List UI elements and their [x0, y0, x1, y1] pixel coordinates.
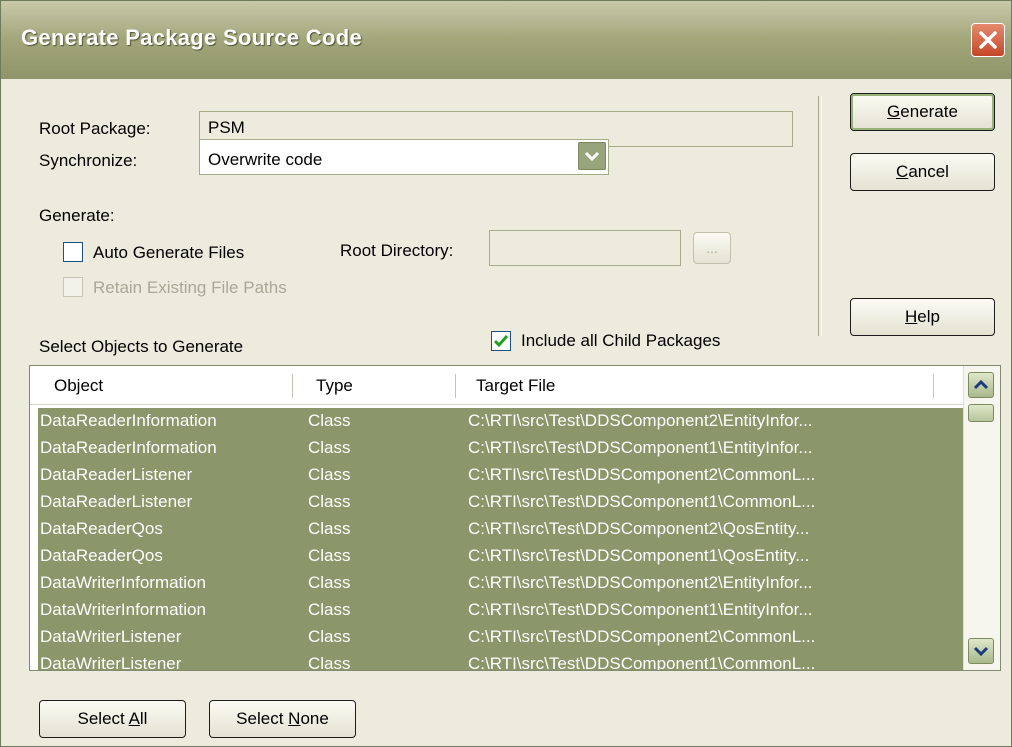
synchronize-label: Synchronize: [39, 151, 138, 170]
cell-object: DataReaderInformation [40, 411, 217, 430]
dropdown-arrow-button[interactable] [578, 142, 606, 170]
table-row[interactable]: DataReaderInformation Class C:\RTI\src\Tes… [38, 408, 964, 435]
column-header-target-file[interactable]: Target File [476, 376, 555, 396]
vertical-separator [818, 96, 822, 336]
scroll-thumb[interactable] [968, 404, 994, 422]
table-row[interactable]: DataReaderListener Class C:\RTI\src\Test\D… [38, 489, 964, 516]
cell-type: Class [308, 546, 351, 565]
select-objects-label: Select Objects to Generate [39, 337, 244, 356]
cell-object: DataReaderListener [40, 492, 193, 511]
browse-button[interactable]: ... [693, 232, 731, 264]
retain-paths-label[interactable]: Retain Existing File Paths [93, 278, 287, 298]
cell-object: DataWriterListener [40, 654, 182, 671]
table-row[interactable]: DataWriterListener Class C:\RTI\src\Test\D… [38, 624, 964, 651]
generate-button[interactable]: Generate [850, 93, 995, 131]
table-row[interactable]: DataWriterInformation Class C:\RTI\src\Tes… [38, 570, 964, 597]
chevron-up-icon [973, 379, 989, 390]
table-row[interactable]: DataReaderQos Class C:\RTI\src\Test\DDSCom… [38, 543, 964, 570]
root-package-label: Root Package: [39, 119, 151, 138]
cell-type: Class [308, 600, 351, 619]
cell-object: DataReaderListener [40, 465, 193, 484]
close-button[interactable] [971, 23, 1005, 57]
select-all-label: Select All [77, 709, 148, 728]
browse-label: ... [706, 240, 718, 256]
close-icon [979, 31, 997, 49]
cell-target-file: C:\RTI\src\Test\DDSComponent1\EntityInfo… [468, 600, 813, 619]
cell-target-file: C:\RTI\src\Test\DDSComponent2\CommonL... [468, 465, 816, 484]
column-divider[interactable] [455, 374, 456, 398]
generate-package-dialog: Generate Package Source Code Root Packag… [0, 0, 1012, 747]
scroll-down-button[interactable] [968, 638, 994, 664]
auto-generate-label[interactable]: Auto Generate Files [93, 243, 244, 263]
cell-target-file: C:\RTI\src\Test\DDSComponent1\QosEntity.… [468, 546, 810, 565]
table-row[interactable]: DataReaderQos Class C:\RTI\src\Test\DDSCom… [38, 516, 964, 543]
scroll-up-button[interactable] [968, 372, 994, 398]
cell-type: Class [308, 411, 351, 430]
cell-target-file: C:\RTI\src\Test\DDSComponent2\EntityInfo… [468, 573, 813, 592]
include-children-checkbox[interactable] [491, 331, 511, 351]
synchronize-dropdown[interactable]: Overwrite code [199, 139, 609, 175]
include-children-label[interactable]: Include all Child Packages [521, 331, 720, 351]
cell-target-file: C:\RTI\src\Test\DDSComponent2\QosEntity.… [468, 519, 810, 538]
window-title: Generate Package Source Code [21, 25, 362, 50]
cell-object: DataWriterInformation [40, 600, 206, 619]
table-row[interactable]: DataWriterListener Class C:\RTI\src\Test\D… [38, 651, 964, 671]
table-row[interactable]: DataWriterInformation Class C:\RTI\src\Tes… [38, 597, 964, 624]
cell-type: Class [308, 627, 351, 646]
select-none-label: Select None [236, 709, 329, 728]
cancel-button-label: Cancel [896, 162, 949, 181]
auto-generate-checkbox[interactable] [63, 242, 83, 262]
vertical-scrollbar[interactable] [963, 366, 1000, 670]
cell-type: Class [308, 492, 351, 511]
generate-section-label: Generate: [39, 206, 115, 225]
help-button-label: Help [905, 307, 940, 326]
retain-paths-checkbox[interactable] [63, 277, 83, 297]
select-none-button[interactable]: Select None [209, 700, 356, 738]
help-button[interactable]: Help [850, 298, 995, 336]
cell-type: Class [308, 654, 351, 671]
column-header-object[interactable]: Object [54, 376, 103, 396]
cell-target-file: C:\RTI\src\Test\DDSComponent2\EntityInfo… [468, 411, 813, 430]
cell-target-file: C:\RTI\src\Test\DDSComponent1\CommonL... [468, 492, 816, 511]
root-directory-label: Root Directory: [340, 241, 454, 260]
cell-object: DataReaderQos [40, 519, 163, 538]
cancel-button[interactable]: Cancel [850, 153, 995, 191]
checkmark-icon [493, 335, 509, 348]
table-row[interactable]: DataReaderListener Class C:\RTI\src\Test\D… [38, 462, 964, 489]
title-bar[interactable]: Generate Package Source Code [1, 1, 1011, 79]
cell-object: DataReaderInformation [40, 438, 217, 457]
cell-type: Class [308, 438, 351, 457]
list-header: Object Type Target File [30, 366, 964, 405]
generate-button-label: Generate [887, 102, 958, 121]
root-directory-field [489, 230, 681, 266]
cell-target-file: C:\RTI\src\Test\DDSComponent1\EntityInfo… [468, 438, 813, 457]
cell-type: Class [308, 573, 351, 592]
synchronize-value: Overwrite code [208, 150, 323, 169]
cell-target-file: C:\RTI\src\Test\DDSComponent1\CommonL... [468, 654, 816, 671]
chevron-down-icon [973, 646, 989, 657]
cell-type: Class [308, 465, 351, 484]
column-header-type[interactable]: Type [316, 376, 353, 396]
cell-object: DataWriterInformation [40, 573, 206, 592]
cell-object: DataWriterListener [40, 627, 182, 646]
table-row[interactable]: DataReaderInformation Class C:\RTI\src\Tes… [38, 435, 964, 462]
cell-type: Class [308, 519, 351, 538]
cell-target-file: C:\RTI\src\Test\DDSComponent2\CommonL... [468, 627, 816, 646]
list-rows: DataReaderInformation Class C:\RTI\src\Tes… [38, 408, 964, 671]
column-divider[interactable] [933, 374, 934, 398]
column-divider[interactable] [292, 374, 293, 398]
cell-object: DataReaderQos [40, 546, 163, 565]
chevron-down-icon [584, 151, 600, 162]
objects-list[interactable]: Object Type Target File DataReaderInform… [29, 365, 1001, 671]
select-all-button[interactable]: Select All [39, 700, 186, 738]
